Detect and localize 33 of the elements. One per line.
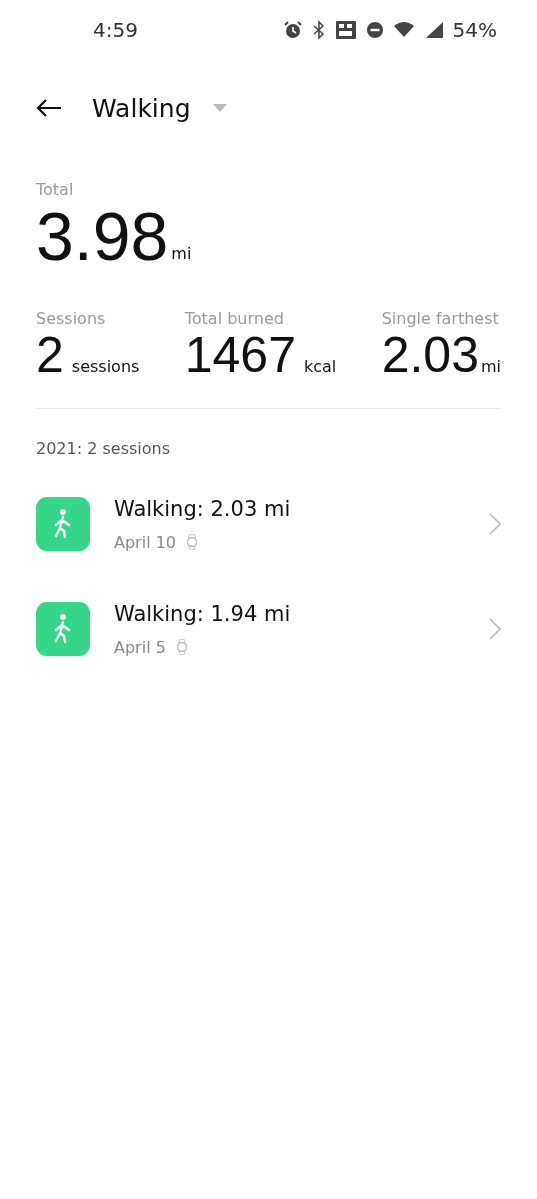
- total-label: Total: [36, 180, 75, 199]
- stat-label: Sessions: [36, 309, 107, 328]
- stat-value: 2.03: [381, 328, 479, 382]
- battery-percent: 54%: [452, 18, 497, 42]
- walking-person-icon: [36, 497, 90, 551]
- session-title: Walking: 1.94 mi: [114, 601, 292, 626]
- watch-icon: [175, 639, 188, 655]
- status-time: 4:59: [93, 18, 138, 42]
- total-unit: mi: [171, 244, 192, 263]
- watch-icon: [186, 534, 198, 550]
- stat-label: Total burned: [184, 309, 285, 328]
- stat-label: Single farthest: [381, 309, 500, 328]
- session-item[interactable]: Walking: 1.94 mi April 5: [0, 590, 537, 668]
- chevron-right-icon: [489, 618, 501, 640]
- session-date: April 5: [114, 637, 166, 657]
- do-not-disturb-icon: [365, 21, 384, 39]
- total-value: 3.98: [36, 201, 169, 271]
- stat-unit: mi: [480, 357, 501, 376]
- stat-unit: kcal: [303, 357, 337, 376]
- stat-value: 2: [36, 328, 64, 382]
- bluetooth-icon: [311, 20, 326, 40]
- walking-person-icon: [36, 602, 90, 656]
- alarm-clock-icon: [282, 20, 303, 40]
- wifi-icon: [392, 21, 415, 39]
- stat-unit: sessions: [71, 357, 140, 376]
- year-heading: 2021: 2 sessions: [35, 438, 172, 458]
- session-title: Walking: 2.03 mi: [114, 496, 292, 521]
- session-date: April 10: [114, 532, 176, 552]
- chevron-right-icon: [489, 513, 501, 535]
- session-item[interactable]: Walking: 2.03 mi April 10: [0, 485, 537, 563]
- stat-value: 1467: [184, 328, 296, 382]
- back-arrow-icon[interactable]: [36, 98, 62, 118]
- page-title[interactable]: Walking: [92, 93, 191, 123]
